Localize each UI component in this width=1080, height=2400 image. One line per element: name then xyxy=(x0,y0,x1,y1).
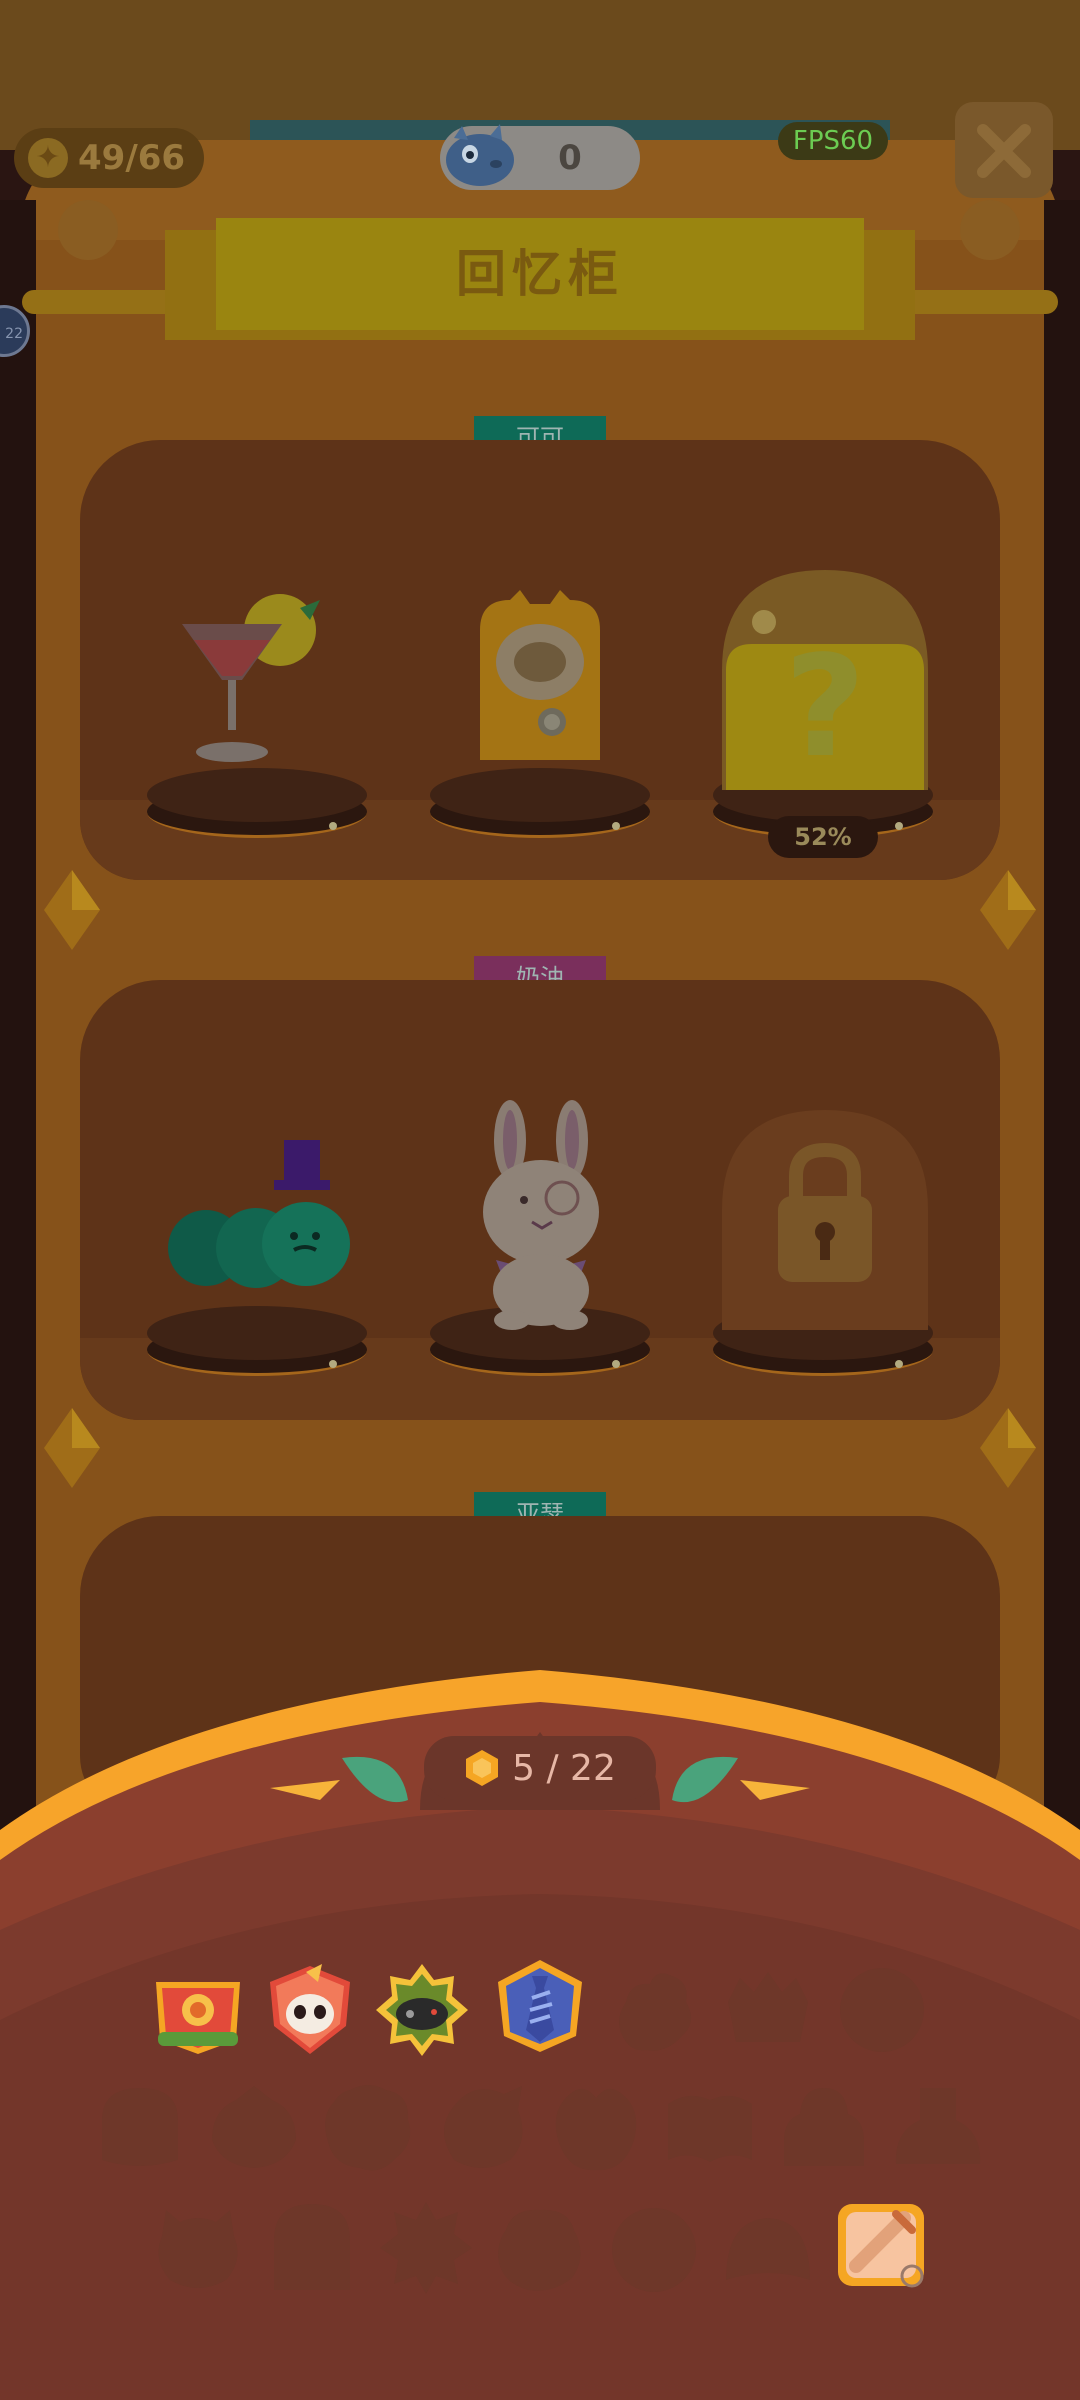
coin-icon: ✦ xyxy=(28,138,68,178)
paw-icon-right xyxy=(960,200,1020,260)
gem-icon xyxy=(44,1408,100,1488)
coin-count: 49/66 xyxy=(78,138,186,178)
collection-counter: 5 / 22 xyxy=(424,1736,656,1800)
fps-indicator: FPS60 xyxy=(778,122,888,160)
locked-slot-silhouette xyxy=(619,1973,692,2051)
pedestal xyxy=(147,1306,367,1376)
banner-rail-right xyxy=(898,290,1058,314)
locked-slot-silhouette xyxy=(274,2204,350,2290)
page-title: 回忆柜 xyxy=(216,218,864,330)
locked-slot-silhouette xyxy=(102,2088,178,2166)
caterpillar-top-hat-item[interactable] xyxy=(166,1140,356,1290)
locked-slot-silhouette xyxy=(840,1968,924,2052)
locked-slot-silhouette xyxy=(895,2088,981,2164)
locked-slot-silhouette xyxy=(612,2208,696,2292)
locked-slot-silhouette xyxy=(668,2095,752,2162)
paw-icon-left xyxy=(58,200,118,260)
mascot-count: 0 xyxy=(558,138,582,178)
locked-slot-silhouette xyxy=(212,2086,296,2168)
locked-slot-silhouette xyxy=(325,2085,411,2171)
bunny-monocle-item[interactable] xyxy=(466,1100,616,1330)
sword-card-icon[interactable] xyxy=(834,2196,930,2292)
locked-slot-silhouette xyxy=(555,2088,637,2171)
hexagon-gem-icon xyxy=(466,1750,499,1786)
progress-badge: 52% xyxy=(768,816,878,858)
close-button[interactable] xyxy=(955,102,1053,198)
close-icon xyxy=(977,124,1031,178)
svg-text:?: ? xyxy=(784,626,865,789)
locked-slot-silhouette xyxy=(784,2088,864,2166)
pedestal xyxy=(430,768,650,838)
owl-bag-item[interactable] xyxy=(460,590,620,770)
flower-badge-icon[interactable] xyxy=(150,1962,246,2058)
locked-slot-silhouette xyxy=(498,2209,581,2291)
locked-slot-silhouette xyxy=(158,2210,238,2288)
banner-rail-left xyxy=(22,290,182,314)
panda-badge-icon[interactable] xyxy=(262,1962,358,2058)
gem-icon xyxy=(980,870,1036,950)
locked-slot-silhouette xyxy=(380,2202,472,2294)
cocktail-glass-item[interactable] xyxy=(170,580,350,780)
mystery-jar-item[interactable]: ? xyxy=(712,570,938,810)
coin-counter[interactable]: ✦ 49/66 xyxy=(14,128,204,188)
locked-slot-silhouette xyxy=(728,1972,808,2042)
blue-monster-icon xyxy=(446,124,514,186)
locked-slot-silhouette xyxy=(444,2086,523,2168)
locked-jar-item xyxy=(722,1110,928,1330)
tie-badge-icon[interactable] xyxy=(492,1958,588,2054)
gamepad-badge-icon[interactable] xyxy=(374,1962,470,2058)
gem-icon xyxy=(980,1408,1036,1488)
locked-slot-silhouette xyxy=(726,2218,810,2280)
gem-icon xyxy=(44,870,100,950)
collection-count: 5 / 22 xyxy=(512,1747,616,1789)
